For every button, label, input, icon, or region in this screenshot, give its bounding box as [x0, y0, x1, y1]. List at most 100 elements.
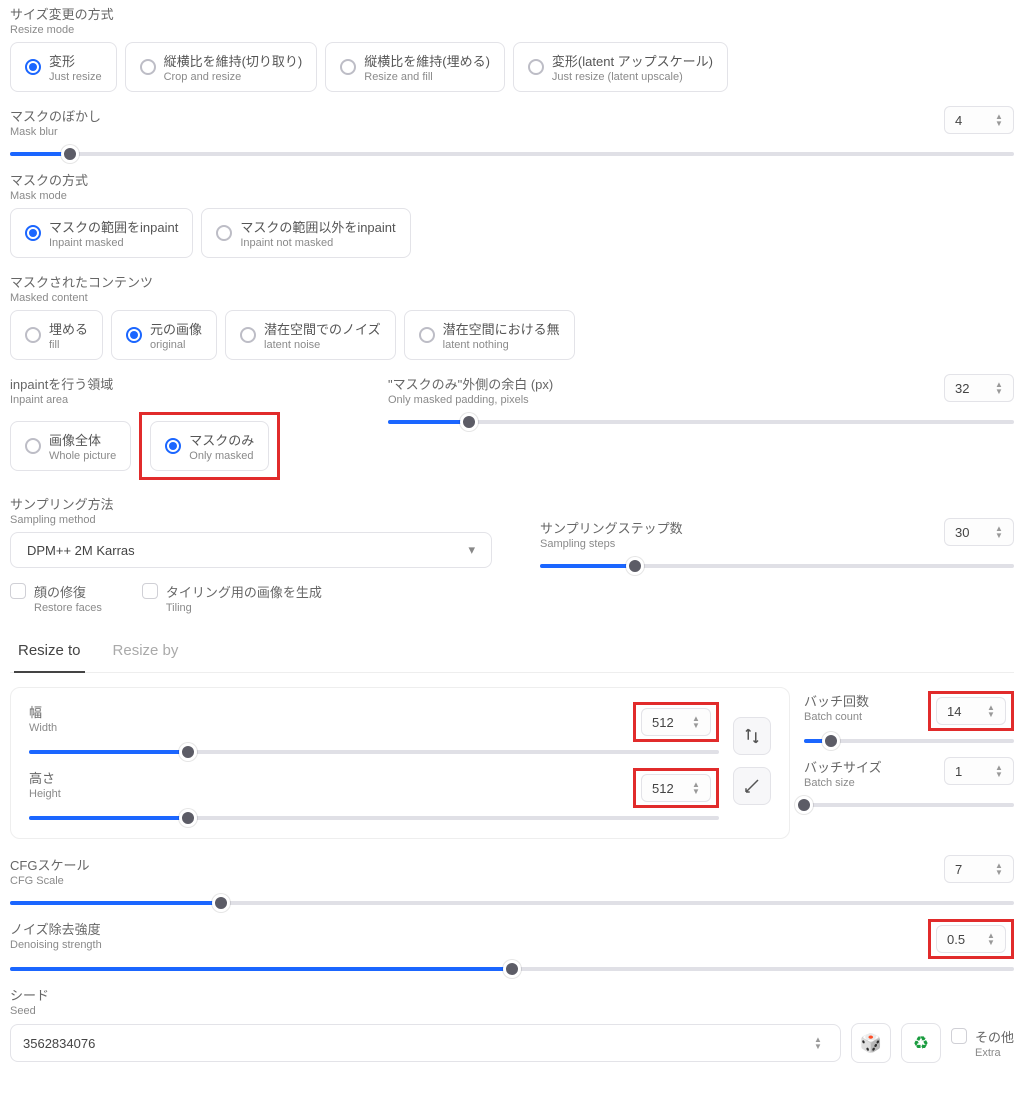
height-label-en: Height: [29, 788, 619, 800]
resize-mode-opts-option-3[interactable]: 変形(latent アップスケール)Just resize (latent up…: [513, 42, 728, 92]
masked-content-opts-option-0[interactable]: 埋めるfill: [10, 310, 103, 360]
masked-content-opts-option-1[interactable]: 元の画像original: [111, 310, 217, 360]
inpaint-area-opts-highlight: マスクのみOnly masked: [139, 412, 280, 480]
seed-label-jp: シード: [10, 985, 1014, 1004]
spinner-icon[interactable]: ▲▼: [995, 110, 1009, 130]
width-slider[interactable]: [29, 750, 719, 754]
denoising-section: ノイズ除去強度 Denoising strength 0.5 ▲▼: [10, 919, 1014, 971]
mask-mode-label-en: Mask mode: [10, 190, 1014, 202]
resize-tabs: Resize to Resize by: [10, 632, 1014, 673]
mask-blur-label-en: Mask blur: [10, 126, 930, 138]
height-slider[interactable]: [29, 816, 719, 820]
mask-blur-value: 4: [955, 113, 962, 128]
resize-mode-opts-option-2[interactable]: 縦横比を維持(埋める)Resize and fill: [325, 42, 505, 92]
batch-count-value: 14: [947, 704, 961, 719]
sampling-steps-value: 30: [955, 525, 969, 540]
mask-blur-section: マスクのぼかし Mask blur 4 ▲▼: [10, 106, 1014, 156]
batch-size-label-en: Batch size: [804, 777, 934, 789]
sampling-method-label-jp: サンプリング方法: [10, 494, 510, 513]
mask-mode-opts-option-0[interactable]: マスクの範囲をinpaintInpaint masked: [10, 208, 193, 258]
height-highlight: 512 ▲▼: [633, 768, 719, 808]
sampling-row: サンプリング方法 Sampling method DPM++ 2M Karras…: [10, 494, 1014, 568]
width-input[interactable]: 512 ▲▼: [641, 708, 711, 736]
radio-icon: [25, 225, 41, 241]
reuse-seed-button[interactable]: ♻: [901, 1023, 941, 1063]
masked-content-label-jp: マスクされたコンテンツ: [10, 272, 1014, 291]
dice-icon: 🎲: [860, 1033, 882, 1054]
batch-count-slider[interactable]: [804, 739, 1014, 743]
restore-faces-checkbox[interactable]: 顔の修復 Restore faces: [10, 582, 102, 614]
spinner-icon[interactable]: ▲▼: [995, 378, 1009, 398]
radio-icon: [25, 59, 41, 75]
mask-mode-opts-option-1[interactable]: マスクの範囲以外をinpaintInpaint not masked: [201, 208, 410, 258]
cfg-scale-section: CFGスケール CFG Scale 7 ▲▼: [10, 855, 1014, 905]
denoising-input[interactable]: 0.5 ▲▼: [936, 925, 1006, 953]
masked-content-section: マスクされたコンテンツ Masked content 埋めるfill元の画像or…: [10, 272, 1014, 360]
radio-icon: [528, 59, 544, 75]
masked-content-opts-option-2[interactable]: 潜在空間でのノイズlatent noise: [225, 310, 396, 360]
height-value: 512: [652, 781, 674, 796]
seed-input[interactable]: 3562834076 ▲▼: [10, 1024, 841, 1062]
radio-icon: [216, 225, 232, 241]
height-input[interactable]: 512 ▲▼: [641, 774, 711, 802]
mask-blur-input[interactable]: 4 ▲▼: [944, 106, 1014, 134]
width-label-jp: 幅: [29, 702, 619, 721]
cfg-label-en: CFG Scale: [10, 875, 930, 887]
spinner-icon[interactable]: ▲▼: [995, 761, 1009, 781]
batch-size-value: 1: [955, 764, 962, 779]
masked-content-opts-option-3[interactable]: 潜在空間における無latent nothing: [404, 310, 575, 360]
padding-input[interactable]: 32 ▲▼: [944, 374, 1014, 402]
radio-icon: [25, 327, 41, 343]
masked-content-label-en: Masked content: [10, 292, 1014, 304]
spinner-icon[interactable]: ▲▼: [987, 929, 1001, 949]
denoising-slider[interactable]: [10, 967, 1014, 971]
tiling-checkbox[interactable]: タイリング用の画像を生成 Tiling: [142, 582, 322, 614]
radio-icon: [340, 59, 356, 75]
swap-dimensions-button[interactable]: [733, 717, 771, 755]
padding-slider[interactable]: [388, 420, 1014, 424]
extra-checkbox[interactable]: その他 Extra: [951, 1027, 1014, 1059]
inpaint-area-label-jp: inpaintを行う領域: [10, 374, 350, 393]
radio-icon: [25, 438, 41, 454]
tab-resize-by[interactable]: Resize by: [109, 632, 183, 672]
denoising-value: 0.5: [947, 932, 965, 947]
padding-label-jp: "マスクのみ"外側の余白 (px): [388, 374, 930, 393]
inpaint-area-row: inpaintを行う領域 Inpaint area 画像全体Whole pict…: [10, 374, 1014, 480]
seed-value: 3562834076: [23, 1036, 95, 1051]
random-seed-button[interactable]: 🎲: [851, 1023, 891, 1063]
batch-count-input[interactable]: 14 ▲▼: [936, 697, 1006, 725]
spinner-icon[interactable]: ▲▼: [987, 701, 1001, 721]
radio-icon: [165, 438, 181, 454]
spinner-icon[interactable]: ▲▼: [995, 859, 1009, 879]
spinner-icon[interactable]: ▲▼: [995, 522, 1009, 542]
chevron-down-icon: ▾: [468, 542, 475, 558]
cfg-slider[interactable]: [10, 901, 1014, 905]
inpaint-area-opts-option-1[interactable]: マスクのみOnly masked: [150, 421, 269, 471]
inpaint-area-opts-option-0[interactable]: 画像全体Whole picture: [10, 421, 131, 471]
resize-mode-opts-option-0[interactable]: 変形Just resize: [10, 42, 117, 92]
recycle-icon: ♻: [913, 1033, 929, 1054]
aspect-ratio-button[interactable]: [733, 767, 771, 805]
sampling-steps-slider[interactable]: [540, 564, 1014, 568]
spinner-icon[interactable]: ▲▼: [692, 778, 706, 798]
mask-blur-label-jp: マスクのぼかし: [10, 106, 930, 125]
batch-size-input[interactable]: 1 ▲▼: [944, 757, 1014, 785]
seed-section: シード Seed 3562834076 ▲▼ 🎲 ♻ その他 Extra: [10, 985, 1014, 1063]
height-label-jp: 高さ: [29, 768, 619, 787]
cfg-label-jp: CFGスケール: [10, 855, 930, 874]
checkbox-row: 顔の修復 Restore faces タイリング用の画像を生成 Tiling: [10, 582, 1014, 614]
tab-resize-to[interactable]: Resize to: [14, 632, 85, 673]
sampling-method-select[interactable]: DPM++ 2M Karras ▾: [10, 532, 492, 568]
mask-blur-slider[interactable]: [10, 152, 1014, 156]
spinner-icon[interactable]: ▲▼: [814, 1031, 828, 1055]
spinner-icon[interactable]: ▲▼: [692, 712, 706, 732]
sampling-steps-input[interactable]: 30 ▲▼: [944, 518, 1014, 546]
cfg-input[interactable]: 7 ▲▼: [944, 855, 1014, 883]
width-highlight: 512 ▲▼: [633, 702, 719, 742]
batch-size-slider[interactable]: [804, 803, 1014, 807]
sampling-method-label-en: Sampling method: [10, 514, 510, 526]
seed-label-en: Seed: [10, 1005, 1014, 1017]
radio-icon: [126, 327, 142, 343]
denoising-label-jp: ノイズ除去強度: [10, 919, 914, 938]
resize-mode-opts-option-1[interactable]: 縦横比を維持(切り取り)Crop and resize: [125, 42, 318, 92]
